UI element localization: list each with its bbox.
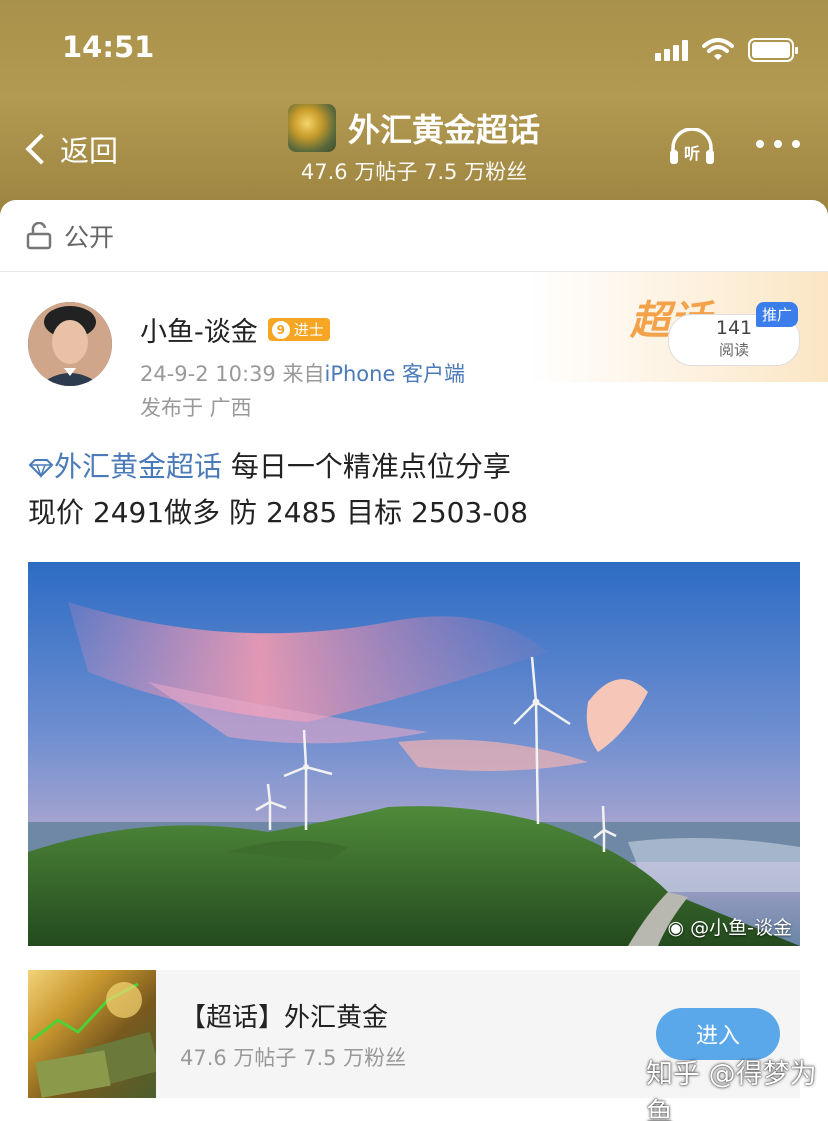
post-content: 外汇黄金超话 每日一个精准点位分享 现价 2491做多 防 2485 目标 25… — [28, 444, 528, 536]
post-date: 24-9-2 10:39 — [140, 362, 276, 386]
page-title: 外汇黄金超话 — [347, 111, 540, 149]
level-number: 9 — [271, 320, 290, 339]
post-image[interactable]: ◉ @小鱼-谈金 — [28, 562, 800, 946]
battery-icon — [748, 38, 798, 62]
topic-link[interactable]: 外汇黄金超话 — [54, 450, 222, 483]
post-text-line1: 每日一个精准点位分享 — [222, 450, 511, 483]
visibility-label: 公开 — [64, 222, 115, 252]
wifi-icon — [702, 38, 734, 60]
avatar[interactable] — [28, 302, 112, 386]
author-row: 小鱼-谈金 9 进士 — [140, 310, 330, 349]
more-options-icon[interactable] — [756, 140, 800, 148]
status-icons — [655, 36, 798, 64]
promo-tag[interactable]: 推广 — [756, 302, 799, 327]
avatar-image — [28, 302, 112, 386]
visibility-row: 公开 — [0, 200, 828, 272]
signal-icon — [655, 39, 688, 61]
topic-header: 14:51 返回 外汇黄金超话 47.6 万帖子 7.5 万粉丝 听 — [0, 0, 828, 215]
post-location: 发布于 广西 — [140, 396, 252, 420]
topic-card-title: 【超话】外汇黄金 — [180, 1002, 389, 1033]
post-card: 公开 超话 141 阅读 推广 小鱼-谈金 9 进士 24-9-2 10:39 … — [0, 200, 828, 1121]
level-title: 进士 — [293, 321, 324, 339]
weibo-logo-icon: ◉ — [667, 917, 685, 939]
status-time: 14:51 — [62, 30, 155, 64]
headphones-listen-icon[interactable]: 听 — [668, 128, 716, 168]
topic-card-thumbnail — [28, 970, 156, 1098]
level-badge: 9 进士 — [267, 318, 330, 341]
read-label: 阅读 — [718, 341, 749, 359]
listen-label: 听 — [684, 144, 700, 163]
image-watermark: ◉ @小鱼-谈金 — [668, 913, 793, 940]
topic-thumbnail — [287, 104, 336, 152]
unlock-icon — [26, 221, 52, 249]
bottom-watermark: 知乎 @得梦为鱼 — [646, 1059, 817, 1121]
wind-turbine-landscape — [28, 562, 800, 946]
author-name[interactable]: 小鱼-谈金 — [140, 310, 258, 349]
image-watermark-text: @小鱼-谈金 — [690, 917, 792, 939]
post-source[interactable]: iPhone 客户端 — [324, 362, 465, 386]
diamond-icon — [28, 459, 54, 478]
source-prefix: 来自 — [282, 362, 325, 386]
topic-card-stats: 47.6 万帖子 7.5 万粉丝 — [180, 1045, 407, 1070]
post-meta: 24-9-2 10:39 来自iPhone 客户端 — [140, 358, 465, 388]
post-text-line2: 现价 2491做多 防 2485 目标 2503-08 — [28, 496, 529, 529]
